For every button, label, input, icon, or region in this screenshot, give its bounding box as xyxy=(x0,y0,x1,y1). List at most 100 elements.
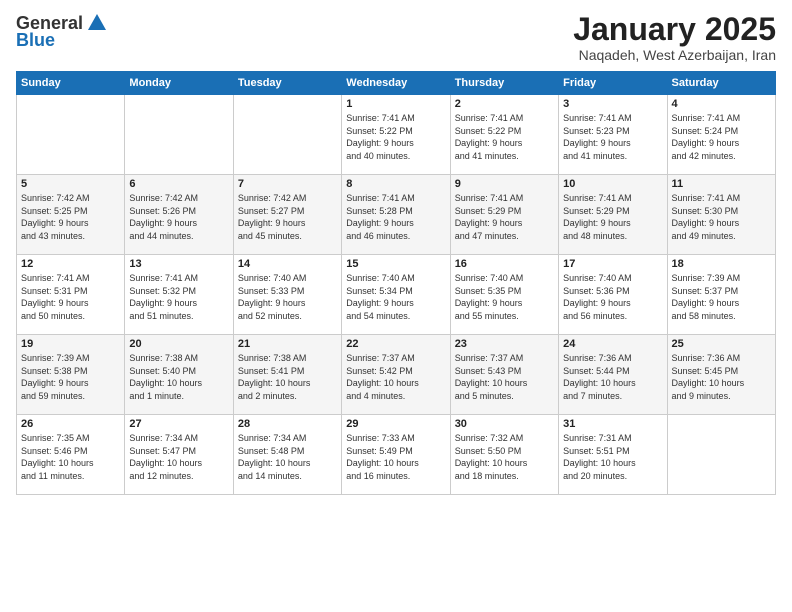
calendar-cell: 5 Sunrise: 7:42 AM Sunset: 5:25 PM Daylig… xyxy=(17,175,125,255)
calendar-week-row-4: 26 Sunrise: 7:35 AM Sunset: 5:46 PM Dayli… xyxy=(17,415,776,495)
cell-content: Sunrise: 7:39 AM Sunset: 5:38 PM Dayligh… xyxy=(21,352,120,402)
cell-content: Sunrise: 7:33 AM Sunset: 5:49 PM Dayligh… xyxy=(346,432,445,482)
calendar-cell: 18Sunrise: 7:39 AM Sunset: 5:37 PM Dayli… xyxy=(667,255,775,335)
page: General Blue January 2025 Naqadeh, West … xyxy=(0,0,792,612)
calendar-cell: 1Sunrise: 7:41 AM Sunset: 5:22 PM Daylig… xyxy=(342,95,450,175)
cell-content: Sunrise: 7:41 AM Sunset: 5:30 PM Dayligh… xyxy=(672,192,771,242)
calendar-cell: 9Sunrise: 7:41 AM Sunset: 5:29 PM Daylig… xyxy=(450,175,558,255)
day-number: 29 xyxy=(346,418,445,430)
cell-content: Sunrise: 7:39 AM Sunset: 5:37 PM Dayligh… xyxy=(672,272,771,322)
calendar-cell: 26 Sunrise: 7:35 AM Sunset: 5:46 PM Dayli… xyxy=(17,415,125,495)
header: General Blue January 2025 Naqadeh, West … xyxy=(16,12,776,63)
logo-icon xyxy=(86,12,108,34)
day-number: 14 xyxy=(238,258,337,270)
calendar-cell: 10 Sunrise: 7:41 AM Sunset: 5:29 PM Dayli… xyxy=(559,175,667,255)
cell-content: Sunrise: 7:37 AM Sunset: 5:42 PM Dayligh… xyxy=(346,352,445,402)
header-tuesday: Tuesday xyxy=(233,72,341,95)
cell-content: Sunrise: 7:41 AM Sunset: 5:31 PM Dayligh… xyxy=(21,272,120,322)
cell-content: Sunrise: 7:41 AM Sunset: 5:24 PM Dayligh… xyxy=(672,112,771,162)
calendar-cell: 8 Sunrise: 7:41 AM Sunset: 5:28 PM Daylig… xyxy=(342,175,450,255)
day-number: 9 xyxy=(455,178,554,190)
day-number: 17 xyxy=(563,258,662,270)
calendar-cell: 23 Sunrise: 7:37 AM Sunset: 5:43 PM Dayli… xyxy=(450,335,558,415)
day-number: 16 xyxy=(455,258,554,270)
calendar-cell: 6Sunrise: 7:42 AM Sunset: 5:26 PM Daylig… xyxy=(125,175,233,255)
day-number: 3 xyxy=(563,98,662,110)
calendar-cell xyxy=(125,95,233,175)
calendar-week-row-2: 12 Sunrise: 7:41 AM Sunset: 5:31 PM Dayli… xyxy=(17,255,776,335)
day-number: 13 xyxy=(129,258,228,270)
calendar-cell xyxy=(233,95,341,175)
cell-content: Sunrise: 7:32 AM Sunset: 5:50 PM Dayligh… xyxy=(455,432,554,482)
calendar-cell: 30 Sunrise: 7:32 AM Sunset: 5:50 PM Dayli… xyxy=(450,415,558,495)
cell-content: Sunrise: 7:40 AM Sunset: 5:34 PM Dayligh… xyxy=(346,272,445,322)
calendar-cell: 19 Sunrise: 7:39 AM Sunset: 5:38 PM Dayli… xyxy=(17,335,125,415)
cell-content: Sunrise: 7:42 AM Sunset: 5:27 PM Dayligh… xyxy=(238,192,337,242)
header-sunday: Sunday xyxy=(17,72,125,95)
calendar-cell: 20 Sunrise: 7:38 AM Sunset: 5:40 PM Dayli… xyxy=(125,335,233,415)
day-number: 24 xyxy=(563,338,662,350)
header-thursday: Thursday xyxy=(450,72,558,95)
calendar-cell: 14Sunrise: 7:40 AM Sunset: 5:33 PM Dayli… xyxy=(233,255,341,335)
calendar-cell: 28 Sunrise: 7:34 AM Sunset: 5:48 PM Dayli… xyxy=(233,415,341,495)
cell-content: Sunrise: 7:40 AM Sunset: 5:35 PM Dayligh… xyxy=(455,272,554,322)
calendar-week-row-3: 19 Sunrise: 7:39 AM Sunset: 5:38 PM Dayli… xyxy=(17,335,776,415)
cell-content: Sunrise: 7:41 AM Sunset: 5:22 PM Dayligh… xyxy=(346,112,445,162)
day-number: 4 xyxy=(672,98,771,110)
cell-content: Sunrise: 7:31 AM Sunset: 5:51 PM Dayligh… xyxy=(563,432,662,482)
calendar-cell: 15 Sunrise: 7:40 AM Sunset: 5:34 PM Dayli… xyxy=(342,255,450,335)
day-number: 27 xyxy=(129,418,228,430)
header-friday: Friday xyxy=(559,72,667,95)
cell-content: Sunrise: 7:40 AM Sunset: 5:36 PM Dayligh… xyxy=(563,272,662,322)
calendar-cell: 11 Sunrise: 7:41 AM Sunset: 5:30 PM Dayli… xyxy=(667,175,775,255)
day-number: 28 xyxy=(238,418,337,430)
cell-content: Sunrise: 7:34 AM Sunset: 5:47 PM Dayligh… xyxy=(129,432,228,482)
day-number: 23 xyxy=(455,338,554,350)
calendar-cell: 2Sunrise: 7:41 AM Sunset: 5:22 PM Daylig… xyxy=(450,95,558,175)
day-number: 20 xyxy=(129,338,228,350)
day-number: 25 xyxy=(672,338,771,350)
header-saturday: Saturday xyxy=(667,72,775,95)
day-number: 30 xyxy=(455,418,554,430)
calendar-cell: 25 Sunrise: 7:36 AM Sunset: 5:45 PM Dayli… xyxy=(667,335,775,415)
calendar-cell: 31Sunrise: 7:31 AM Sunset: 5:51 PM Dayli… xyxy=(559,415,667,495)
cell-content: Sunrise: 7:41 AM Sunset: 5:29 PM Dayligh… xyxy=(563,192,662,242)
calendar-cell: 4 Sunrise: 7:41 AM Sunset: 5:24 PM Daylig… xyxy=(667,95,775,175)
calendar-cell: 29 Sunrise: 7:33 AM Sunset: 5:49 PM Dayli… xyxy=(342,415,450,495)
calendar-cell: 17 Sunrise: 7:40 AM Sunset: 5:36 PM Dayli… xyxy=(559,255,667,335)
calendar-cell: 27 Sunrise: 7:34 AM Sunset: 5:47 PM Dayli… xyxy=(125,415,233,495)
day-number: 19 xyxy=(21,338,120,350)
month-title: January 2025 xyxy=(573,12,776,47)
calendar-cell: 12 Sunrise: 7:41 AM Sunset: 5:31 PM Dayli… xyxy=(17,255,125,335)
title-block: January 2025 Naqadeh, West Azerbaijan, I… xyxy=(573,12,776,63)
cell-content: Sunrise: 7:36 AM Sunset: 5:45 PM Dayligh… xyxy=(672,352,771,402)
calendar-week-row-0: 1Sunrise: 7:41 AM Sunset: 5:22 PM Daylig… xyxy=(17,95,776,175)
day-number: 26 xyxy=(21,418,120,430)
calendar-cell: 24 Sunrise: 7:36 AM Sunset: 5:44 PM Dayli… xyxy=(559,335,667,415)
cell-content: Sunrise: 7:37 AM Sunset: 5:43 PM Dayligh… xyxy=(455,352,554,402)
cell-content: Sunrise: 7:36 AM Sunset: 5:44 PM Dayligh… xyxy=(563,352,662,402)
cell-content: Sunrise: 7:41 AM Sunset: 5:23 PM Dayligh… xyxy=(563,112,662,162)
cell-content: Sunrise: 7:38 AM Sunset: 5:40 PM Dayligh… xyxy=(129,352,228,402)
day-number: 12 xyxy=(21,258,120,270)
header-monday: Monday xyxy=(125,72,233,95)
calendar-header-row: Sunday Monday Tuesday Wednesday Thursday… xyxy=(17,72,776,95)
day-number: 10 xyxy=(563,178,662,190)
day-number: 8 xyxy=(346,178,445,190)
calendar-cell: 3 Sunrise: 7:41 AM Sunset: 5:23 PM Daylig… xyxy=(559,95,667,175)
cell-content: Sunrise: 7:34 AM Sunset: 5:48 PM Dayligh… xyxy=(238,432,337,482)
day-number: 15 xyxy=(346,258,445,270)
logo-blue: Blue xyxy=(16,30,55,51)
calendar-cell xyxy=(667,415,775,495)
cell-content: Sunrise: 7:42 AM Sunset: 5:25 PM Dayligh… xyxy=(21,192,120,242)
cell-content: Sunrise: 7:35 AM Sunset: 5:46 PM Dayligh… xyxy=(21,432,120,482)
day-number: 11 xyxy=(672,178,771,190)
cell-content: Sunrise: 7:41 AM Sunset: 5:28 PM Dayligh… xyxy=(346,192,445,242)
day-number: 21 xyxy=(238,338,337,350)
day-number: 5 xyxy=(21,178,120,190)
calendar-cell: 21Sunrise: 7:38 AM Sunset: 5:41 PM Dayli… xyxy=(233,335,341,415)
header-wednesday: Wednesday xyxy=(342,72,450,95)
calendar-table: Sunday Monday Tuesday Wednesday Thursday… xyxy=(16,71,776,495)
day-number: 2 xyxy=(455,98,554,110)
calendar-cell: 13Sunrise: 7:41 AM Sunset: 5:32 PM Dayli… xyxy=(125,255,233,335)
